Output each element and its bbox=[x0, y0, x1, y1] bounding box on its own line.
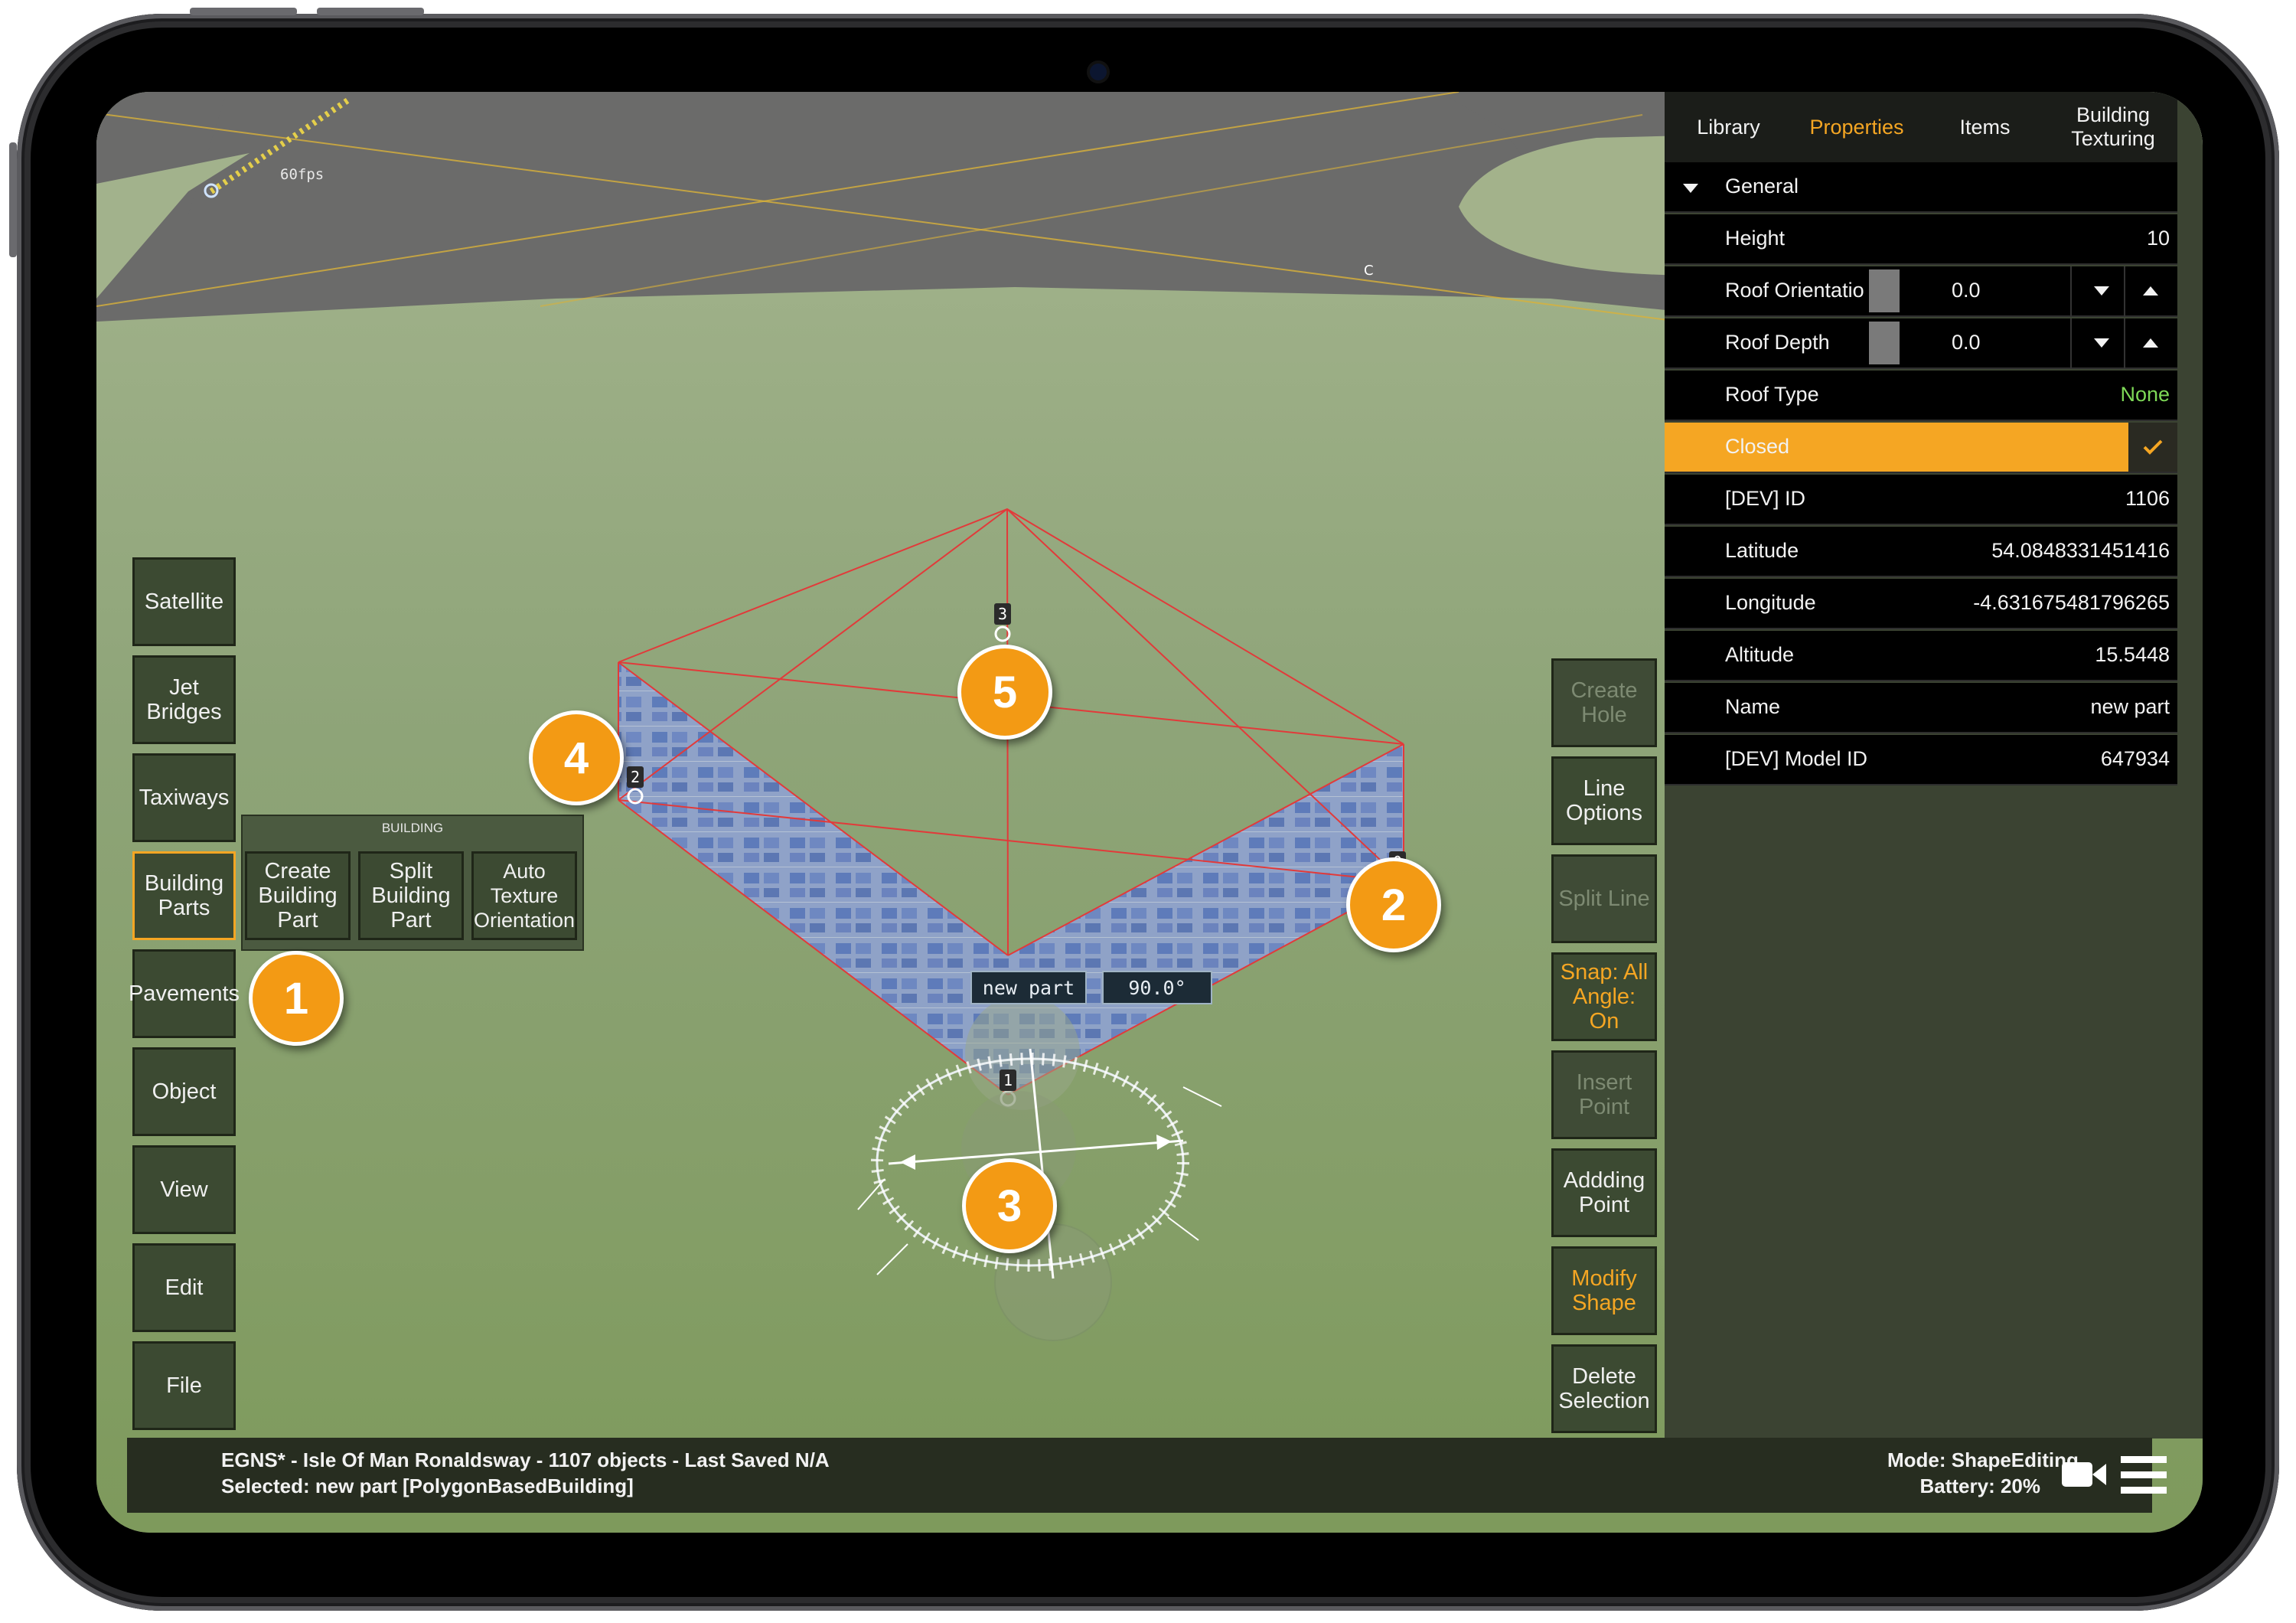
roof-depth-label: Roof Depth bbox=[1725, 331, 1830, 354]
section-label: General bbox=[1725, 175, 1799, 198]
roof-type-value[interactable]: None bbox=[2120, 383, 2170, 407]
longitude-row[interactable]: Longitude -4.631675481796265 bbox=[1665, 579, 2177, 629]
file-button[interactable]: File bbox=[132, 1341, 236, 1430]
volume-button bbox=[190, 8, 297, 15]
roof-type-row[interactable]: Roof Type None bbox=[1665, 371, 2177, 421]
altitude-label: Altitude bbox=[1725, 643, 1795, 666]
fps-label: 60fps bbox=[280, 166, 324, 183]
roof-depth-row: Roof Depth 0.0 bbox=[1665, 318, 2177, 369]
vertex-label: 1 bbox=[1000, 1069, 1017, 1091]
properties-panel: Library Properties Items Building Textur… bbox=[1665, 92, 2203, 1438]
longitude-label: Longitude bbox=[1725, 591, 1816, 614]
satellite-button[interactable]: Satellite bbox=[132, 557, 236, 646]
latitude-row[interactable]: Latitude 54.0848331451416 bbox=[1665, 527, 2177, 577]
callout-badge: 1 bbox=[249, 951, 344, 1046]
volume-button bbox=[317, 8, 424, 15]
create-hole-button[interactable]: Create Hole bbox=[1551, 658, 1657, 747]
split-line-button[interactable]: Split Line bbox=[1551, 854, 1657, 943]
increment-icon[interactable] bbox=[2142, 338, 2159, 348]
tab-building-texturing[interactable]: Building Texturing bbox=[2049, 92, 2177, 162]
roof-orientation-handle[interactable] bbox=[1869, 269, 1900, 312]
view-button[interactable]: View bbox=[132, 1145, 236, 1234]
name-label: Name bbox=[1725, 695, 1781, 718]
vertex-label: 2 bbox=[627, 766, 644, 788]
front-camera-icon bbox=[1090, 64, 1107, 80]
insert-point-button[interactable]: Insert Point bbox=[1551, 1050, 1657, 1139]
model-id-label: [DEV] Model ID bbox=[1725, 747, 1868, 770]
adding-point-button[interactable]: Addding Point bbox=[1551, 1148, 1657, 1237]
height-label: Height bbox=[1725, 227, 1786, 250]
video-camera-icon[interactable] bbox=[2060, 1458, 2108, 1491]
closed-row[interactable]: Closed bbox=[1665, 423, 2177, 473]
latitude-value[interactable]: 54.0848331451416 bbox=[1991, 539, 2170, 563]
auto-texture-orientation-button[interactable]: Auto Texture Orientation bbox=[471, 851, 577, 940]
callout-badge: 5 bbox=[957, 645, 1052, 740]
name-row[interactable]: Name new part bbox=[1665, 683, 2177, 733]
section-general[interactable]: General bbox=[1665, 162, 2177, 213]
name-value[interactable]: new part bbox=[2090, 695, 2170, 719]
snap-angle-toggle[interactable]: Snap: All Angle: On bbox=[1551, 952, 1657, 1041]
dev-id-row: [DEV] ID 1106 bbox=[1665, 475, 2177, 525]
roof-depth-value[interactable]: 0.0 bbox=[1952, 331, 1981, 354]
status-bar: EGNS* - Isle Of Man Ronaldsway - 1107 ob… bbox=[127, 1438, 2167, 1513]
callout-badge: 3 bbox=[962, 1158, 1057, 1253]
chevron-down-icon bbox=[1683, 184, 1698, 193]
longitude-value[interactable]: -4.631675481796265 bbox=[1973, 591, 2170, 615]
app-screen: 60fps C 1 2 3 new part 90.0° Satellite J… bbox=[96, 92, 2203, 1533]
roof-type-label: Roof Type bbox=[1725, 383, 1819, 406]
tab-library[interactable]: Library bbox=[1665, 92, 1792, 162]
taxiways-button[interactable]: Taxiways bbox=[132, 753, 236, 842]
edit-button[interactable]: Edit bbox=[132, 1243, 236, 1332]
ground-marker: C bbox=[1364, 263, 1374, 279]
pavements-button[interactable]: Pavements bbox=[129, 949, 240, 1038]
roof-orientation-label: Roof Orientatio bbox=[1725, 279, 1864, 302]
split-building-part-button[interactable]: Split Building Part bbox=[358, 851, 464, 940]
tab-items[interactable]: Items bbox=[1921, 92, 2049, 162]
hamburger-menu-icon[interactable] bbox=[2121, 1455, 2167, 1494]
altitude-value[interactable]: 15.5448 bbox=[2095, 643, 2170, 667]
create-building-part-button[interactable]: Create Building Part bbox=[245, 851, 351, 940]
checkmark-icon bbox=[2143, 439, 2163, 455]
increment-icon[interactable] bbox=[2142, 286, 2159, 296]
decrement-icon[interactable] bbox=[2093, 338, 2110, 348]
status-mode: Mode: ShapeEditing bbox=[1887, 1448, 2079, 1471]
model-id-row: [DEV] Model ID 647934 bbox=[1665, 735, 2177, 785]
modify-shape-button[interactable]: Modify Shape bbox=[1551, 1246, 1657, 1335]
roof-orientation-row: Roof Orientatio 0.0 bbox=[1665, 266, 2177, 317]
object-button[interactable]: Object bbox=[132, 1047, 236, 1136]
callout-badge: 4 bbox=[529, 710, 624, 805]
height-value[interactable]: 10 bbox=[2147, 227, 2170, 250]
line-options-button[interactable]: Line Options bbox=[1551, 756, 1657, 845]
status-selection-info: Selected: new part [PolygonBasedBuilding… bbox=[221, 1474, 634, 1497]
callout-badge: 2 bbox=[1346, 857, 1441, 952]
jet-bridges-button[interactable]: Jet Bridges bbox=[132, 655, 236, 744]
closed-label: Closed bbox=[1725, 435, 1790, 458]
roof-depth-handle[interactable] bbox=[1869, 322, 1900, 364]
dev-id-value: 1106 bbox=[2125, 487, 2170, 510]
roof-orientation-value[interactable]: 0.0 bbox=[1952, 279, 1981, 302]
dev-id-label: [DEV] ID bbox=[1725, 487, 1806, 510]
tab-properties[interactable]: Properties bbox=[1792, 92, 1921, 162]
closed-checkbox[interactable] bbox=[2128, 423, 2177, 472]
altitude-row[interactable]: Altitude 15.5448 bbox=[1665, 631, 2177, 681]
selection-name-chip: new part bbox=[970, 971, 1087, 1004]
vertex-label: 3 bbox=[994, 603, 1012, 625]
building-parts-button[interactable]: Building Parts bbox=[132, 851, 236, 940]
decrement-icon[interactable] bbox=[2093, 286, 2110, 296]
status-project-info: EGNS* - Isle Of Man Ronaldsway - 1107 ob… bbox=[221, 1448, 830, 1471]
model-id-value: 647934 bbox=[2100, 747, 2170, 770]
rotation-angle-chip: 90.0° bbox=[1102, 971, 1212, 1004]
side-button bbox=[9, 142, 17, 257]
tab-bar: Library Properties Items Building Textur… bbox=[1665, 92, 2177, 162]
height-row[interactable]: Height 10 bbox=[1665, 214, 2177, 265]
latitude-label: Latitude bbox=[1725, 539, 1799, 562]
status-battery: Battery: 20% bbox=[1919, 1474, 2040, 1497]
delete-selection-button[interactable]: Delete Selection bbox=[1551, 1344, 1657, 1433]
building-submenu-title: BUILDING bbox=[381, 821, 444, 835]
